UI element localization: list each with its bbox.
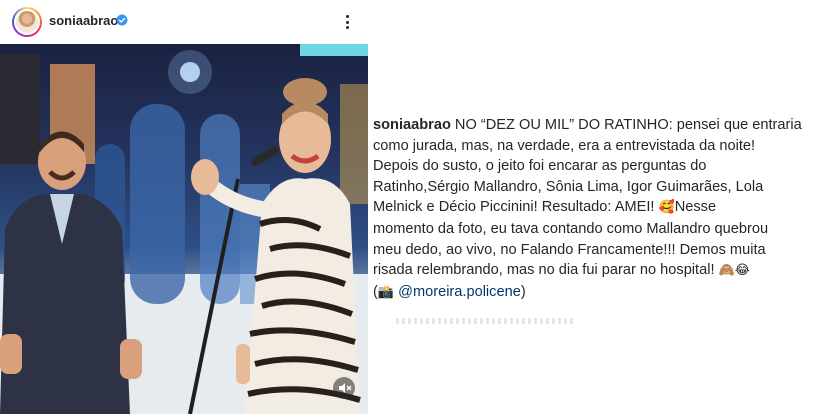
tv-studio-scene xyxy=(0,44,368,414)
caption-line-3: Depois do susto, o jeito foi encarar as … xyxy=(373,158,707,175)
more-options-button[interactable] xyxy=(337,12,357,32)
smiling-hearts-emoji-icon: 🥰 xyxy=(658,200,675,216)
caption-credit: (📸 @moreira.policene) xyxy=(373,283,526,300)
caption-line-5: Melnick e Décio Piccinini! Resultado: AM… xyxy=(373,199,717,216)
post-caption: soniaabrao NO “DEZ OU MIL” DO RATINHO: p… xyxy=(373,115,825,303)
caption-username[interactable]: soniaabrao xyxy=(373,117,451,133)
camera-emoji-icon: 📸 xyxy=(377,284,395,300)
caption-line-7: meu dedo, ao vivo, no Falando Francament… xyxy=(373,241,766,258)
caption-line-8: risada relembrando, mas no dia fui parar… xyxy=(373,262,750,279)
caption-line-6: momento da foto, eu tava contando como M… xyxy=(373,220,769,237)
caption-line-2: como jurada, mas, na verdade, era a entr… xyxy=(373,137,756,154)
more-vertical-icon xyxy=(345,15,349,18)
post-photo[interactable] xyxy=(0,44,368,414)
verified-badge-icon xyxy=(116,14,128,26)
caption-line-1: soniaabrao NO “DEZ OU MIL” DO RATINHO: p… xyxy=(373,117,802,133)
caption-fade-divider xyxy=(396,318,576,324)
caption-line-4: Ratinho,Sérgio Mallandro, Sônia Lima, Ig… xyxy=(373,178,764,195)
credit-mention-link[interactable]: @moreira.policene xyxy=(398,284,521,300)
profile-avatar[interactable] xyxy=(12,7,42,37)
post-header: soniaabrao xyxy=(0,0,368,44)
post-username[interactable]: soniaabrao xyxy=(49,13,118,28)
monkey-laugh-emoji-icon: 🙈😂 xyxy=(718,263,750,279)
mute-icon[interactable] xyxy=(333,377,355,399)
